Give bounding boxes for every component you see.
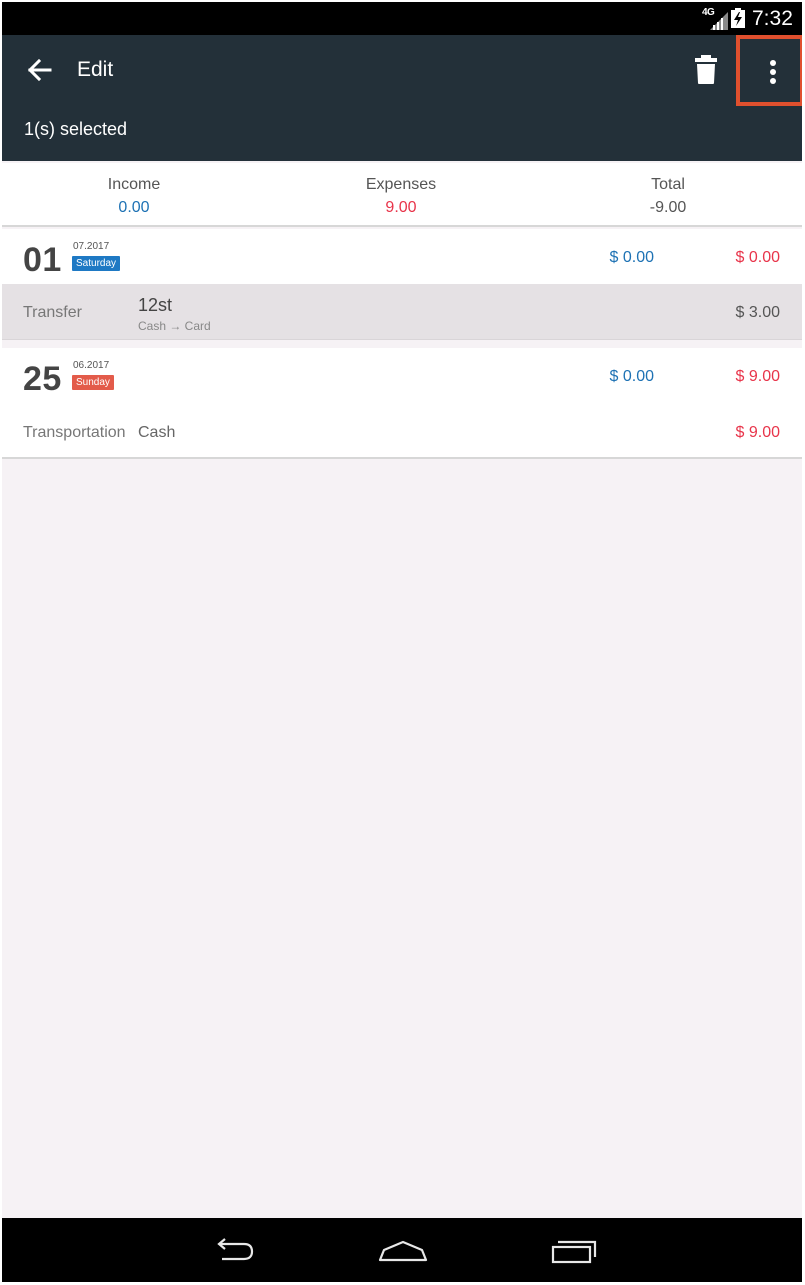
selection-count: 1(s) selected (24, 119, 128, 139)
month-year: 07.2017 (73, 241, 110, 252)
day-income: $ 0.00 (609, 368, 654, 385)
day-expense: $ 9.00 (735, 368, 780, 385)
transaction-amount: $ 3.00 (735, 304, 780, 321)
expenses-summary: Expenses 9.00 (301, 175, 501, 218)
more-vert-dot (770, 78, 776, 84)
navigation-bar (2, 1218, 802, 1282)
page-title: Edit (77, 58, 114, 81)
day-number: 25 (23, 360, 62, 398)
income-summary: Income 0.00 (34, 175, 234, 218)
more-vert-dot (770, 69, 776, 75)
transaction-amount: $ 9.00 (735, 424, 780, 441)
status-bar: 4G 7:32 (2, 2, 802, 35)
app-screen: 4G 7:32 Edit 1(s) selected Income 0.00 E… (2, 2, 802, 1282)
back-arrow-icon[interactable] (22, 55, 58, 85)
transaction-route: Cash → Card (138, 319, 211, 333)
total-summary: Total -9.00 (568, 175, 768, 218)
weekday-badge: Saturday (72, 256, 121, 271)
income-value: 0.00 (118, 199, 150, 216)
signal-icon: 4G (702, 6, 728, 30)
trash-icon[interactable] (692, 53, 720, 85)
expenses-label: Expenses (365, 176, 437, 193)
day-number: 01 (23, 241, 62, 279)
clock: 7:32 (752, 7, 793, 30)
app-bar: Edit 1(s) selected (2, 35, 802, 161)
transaction-category: Transfer (23, 304, 82, 321)
day-header[interactable]: 01 07.2017 Saturday $ 0.00 $ 0.00 (2, 229, 802, 286)
transaction-account: Cash (138, 424, 176, 441)
transaction-name: 12st (138, 295, 173, 315)
nav-recents-icon[interactable] (548, 1236, 600, 1266)
expenses-value: 9.00 (385, 199, 417, 216)
transaction-category: Transportation (23, 424, 126, 441)
total-value: -9.00 (649, 199, 687, 216)
nav-home-icon[interactable] (377, 1236, 429, 1266)
summary-bar: Income 0.00 Expenses 9.00 Total -9.00 (2, 163, 802, 227)
battery-icon (731, 8, 745, 28)
income-label: Income (107, 176, 161, 193)
day-income: $ 0.00 (609, 249, 654, 266)
more-vert-icon (770, 60, 776, 66)
more-options-button[interactable] (736, 35, 802, 106)
month-year: 06.2017 (73, 360, 110, 371)
nav-back-icon[interactable] (208, 1236, 258, 1266)
day-expense: $ 0.00 (735, 249, 780, 266)
total-label: Total (651, 176, 685, 193)
day-header[interactable]: 25 06.2017 Sunday $ 0.00 $ 9.00 (2, 348, 802, 405)
weekday-badge: Sunday (72, 375, 114, 390)
transaction-row[interactable]: Transportation Cash $ 9.00 (2, 404, 802, 459)
transaction-row-selected[interactable]: Transfer 12st Cash → Card $ 3.00 (2, 284, 802, 340)
